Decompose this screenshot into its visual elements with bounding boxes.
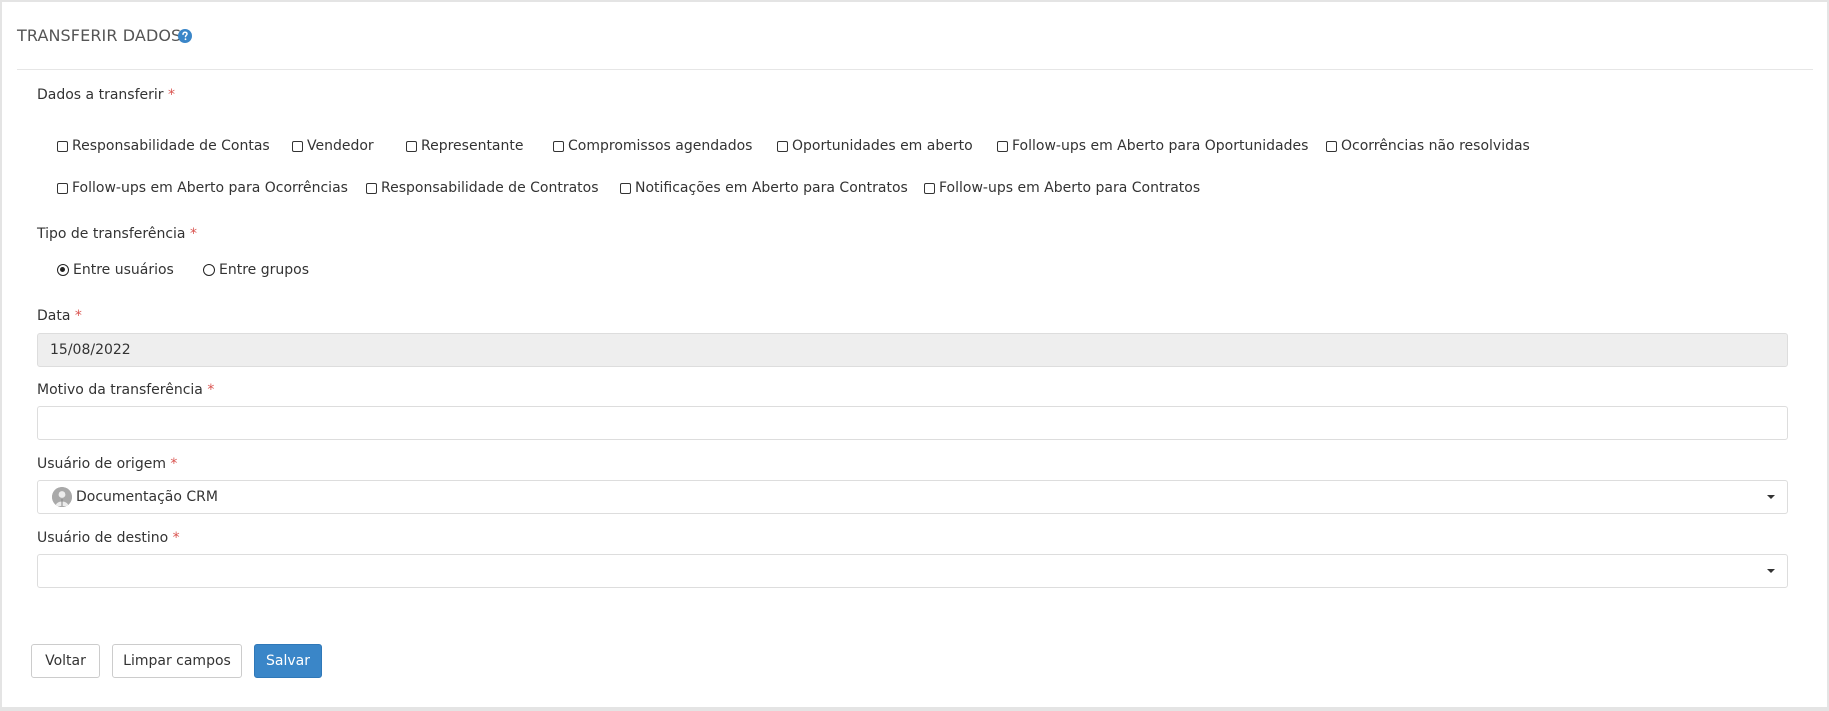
checkbox-label: Responsabilidade de Contratos [381,180,599,196]
destino-select[interactable] [37,554,1788,588]
checkbox-responsabilidade-contratos[interactable]: Responsabilidade de Contratos [366,180,599,196]
dados-label-text: Dados a transferir [37,87,164,103]
motivo-input[interactable] [37,406,1788,440]
destino-label: Usuário de destino * [37,530,180,546]
checkbox-box[interactable] [620,182,631,194]
checkbox-representante[interactable]: Representante [406,138,523,154]
chevron-down-icon[interactable] [1767,495,1775,499]
checkbox-box[interactable] [57,182,68,194]
checkbox-box[interactable] [292,140,303,152]
date-value: 15/08/2022 [50,342,131,358]
data-label-text: Data [37,308,71,324]
checkbox-oportunidades[interactable]: Oportunidades em aberto [777,138,973,154]
dados-label: Dados a transferir * [37,87,175,103]
checkbox-label: Follow-ups em Aberto para Contratos [939,180,1201,196]
page-title: TRANSFERIR DADOS [17,26,182,45]
checkbox-box[interactable] [997,140,1008,152]
checkbox-label: Compromissos agendados [568,138,753,154]
user-avatar-icon [52,487,72,507]
checkbox-label: Oportunidades em aberto [792,138,973,154]
checkbox-followups-oportunidades[interactable]: Follow-ups em Aberto para Oportunidades [997,138,1308,154]
destino-label-text: Usuário de destino [37,530,169,546]
save-button[interactable]: Salvar [254,644,322,678]
required-mark: * [170,456,178,472]
radio-label: Entre grupos [219,262,309,278]
origem-value: Documentação CRM [76,489,218,505]
panel-header: TRANSFERIR DADOS [17,2,1813,70]
radio-entre-grupos[interactable]: Entre grupos [203,262,309,278]
clear-fields-button[interactable]: Limpar campos [112,644,242,678]
checkbox-box[interactable] [777,140,788,152]
checkbox-label: Vendedor [307,138,374,154]
checkbox-box[interactable] [406,140,417,152]
tipo-label-text: Tipo de transferência [37,226,186,242]
required-mark: * [207,382,215,398]
radio-label: Entre usuários [73,262,174,278]
checkbox-followups-contratos[interactable]: Follow-ups em Aberto para Contratos [924,180,1200,196]
checkbox-label: Ocorrências não resolvidas [1341,138,1530,154]
checkbox-responsabilidade-contas[interactable]: Responsabilidade de Contas [57,138,270,154]
required-mark: * [74,308,82,324]
required-mark: * [189,226,197,242]
tipo-label: Tipo de transferência * [37,226,197,242]
checkbox-box[interactable] [1326,140,1337,152]
required-mark: * [167,87,175,103]
back-button[interactable]: Voltar [31,644,100,678]
date-field: 15/08/2022 [37,333,1788,367]
checkbox-label: Representante [421,138,524,154]
radio-button[interactable] [203,264,215,276]
checkbox-label: Follow-ups em Aberto para Ocorrências [72,180,348,196]
checkbox-notificacoes-contratos[interactable]: Notificações em Aberto para Contratos [620,180,908,196]
motivo-label: Motivo da transferência * [37,382,214,398]
checkbox-label: Follow-ups em Aberto para Oportunidades [1012,138,1309,154]
data-label: Data * [37,308,82,324]
checkbox-ocorrencias[interactable]: Ocorrências não resolvidas [1326,138,1530,154]
origem-label-text: Usuário de origem [37,456,166,472]
checkbox-label: Notificações em Aberto para Contratos [635,180,908,196]
checkbox-box[interactable] [366,182,377,194]
origem-label: Usuário de origem * [37,456,177,472]
checkbox-box[interactable] [553,140,564,152]
checkbox-vendedor[interactable]: Vendedor [292,138,374,154]
checkbox-box[interactable] [57,140,68,152]
radio-entre-usuarios[interactable]: Entre usuários [57,262,174,278]
checkbox-compromissos[interactable]: Compromissos agendados [553,138,752,154]
checkbox-box[interactable] [924,182,935,194]
origem-select[interactable]: Documentação CRM [37,480,1788,514]
checkbox-label: Responsabilidade de Contas [72,138,270,154]
required-mark: * [172,530,180,546]
radio-button[interactable] [57,264,69,276]
question-circle-icon[interactable] [178,29,192,43]
motivo-label-text: Motivo da transferência [37,382,203,398]
chevron-down-icon[interactable] [1767,569,1775,573]
checkbox-followups-ocorrencias[interactable]: Follow-ups em Aberto para Ocorrências [57,180,348,196]
